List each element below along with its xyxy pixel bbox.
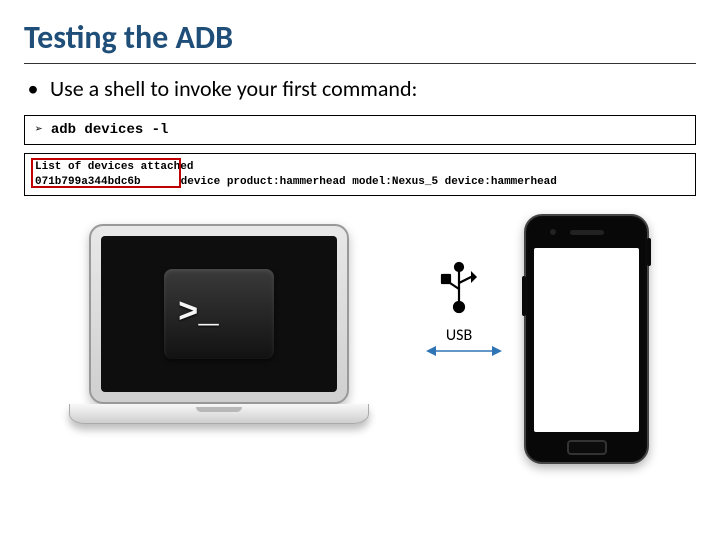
phone-volume-button <box>522 276 526 316</box>
laptop-screen: >_ <box>101 236 337 392</box>
bullet-marker: • <box>24 74 42 105</box>
output-box: List of devices attached 071b799a344bdc6… <box>24 153 696 197</box>
bullet-text: Use a shell to invoke your first command… <box>50 74 417 104</box>
terminal-glyph: >_ <box>178 295 219 333</box>
slide-title: Testing the ADB <box>0 0 720 63</box>
output-header: List of devices attached <box>35 160 685 175</box>
device-details: device product:hammerhead model:Nexus_5 … <box>181 176 557 188</box>
phone-camera <box>550 229 556 235</box>
double-arrow-icon <box>426 344 502 358</box>
usb-block: USB <box>429 259 489 345</box>
phone-home-button <box>567 440 607 455</box>
usb-label: USB <box>429 326 489 345</box>
phone-illustration <box>524 214 649 464</box>
prompt-arrow-icon: ➢ <box>35 122 43 137</box>
laptop-lid: >_ <box>89 224 349 404</box>
slide-body: • Use a shell to invoke your first comma… <box>0 74 720 196</box>
phone-speaker <box>570 230 604 235</box>
laptop-base <box>69 404 369 424</box>
command-text: adb devices -l <box>51 122 169 138</box>
bullet-item: • Use a shell to invoke your first comma… <box>24 74 696 105</box>
terminal-icon: >_ <box>164 269 274 359</box>
connection-diagram: >_ USB <box>24 214 696 514</box>
title-underline <box>24 63 696 64</box>
usb-icon <box>437 259 481 315</box>
laptop-illustration: >_ <box>89 224 349 424</box>
output-device-line: 071b799a344bdc6b device product:hammerhea… <box>35 175 685 190</box>
command-box: ➢ adb devices -l <box>24 115 696 145</box>
device-serial: 071b799a344bdc6b <box>35 176 141 188</box>
phone-screen <box>534 248 639 432</box>
phone-power-button <box>647 238 651 266</box>
